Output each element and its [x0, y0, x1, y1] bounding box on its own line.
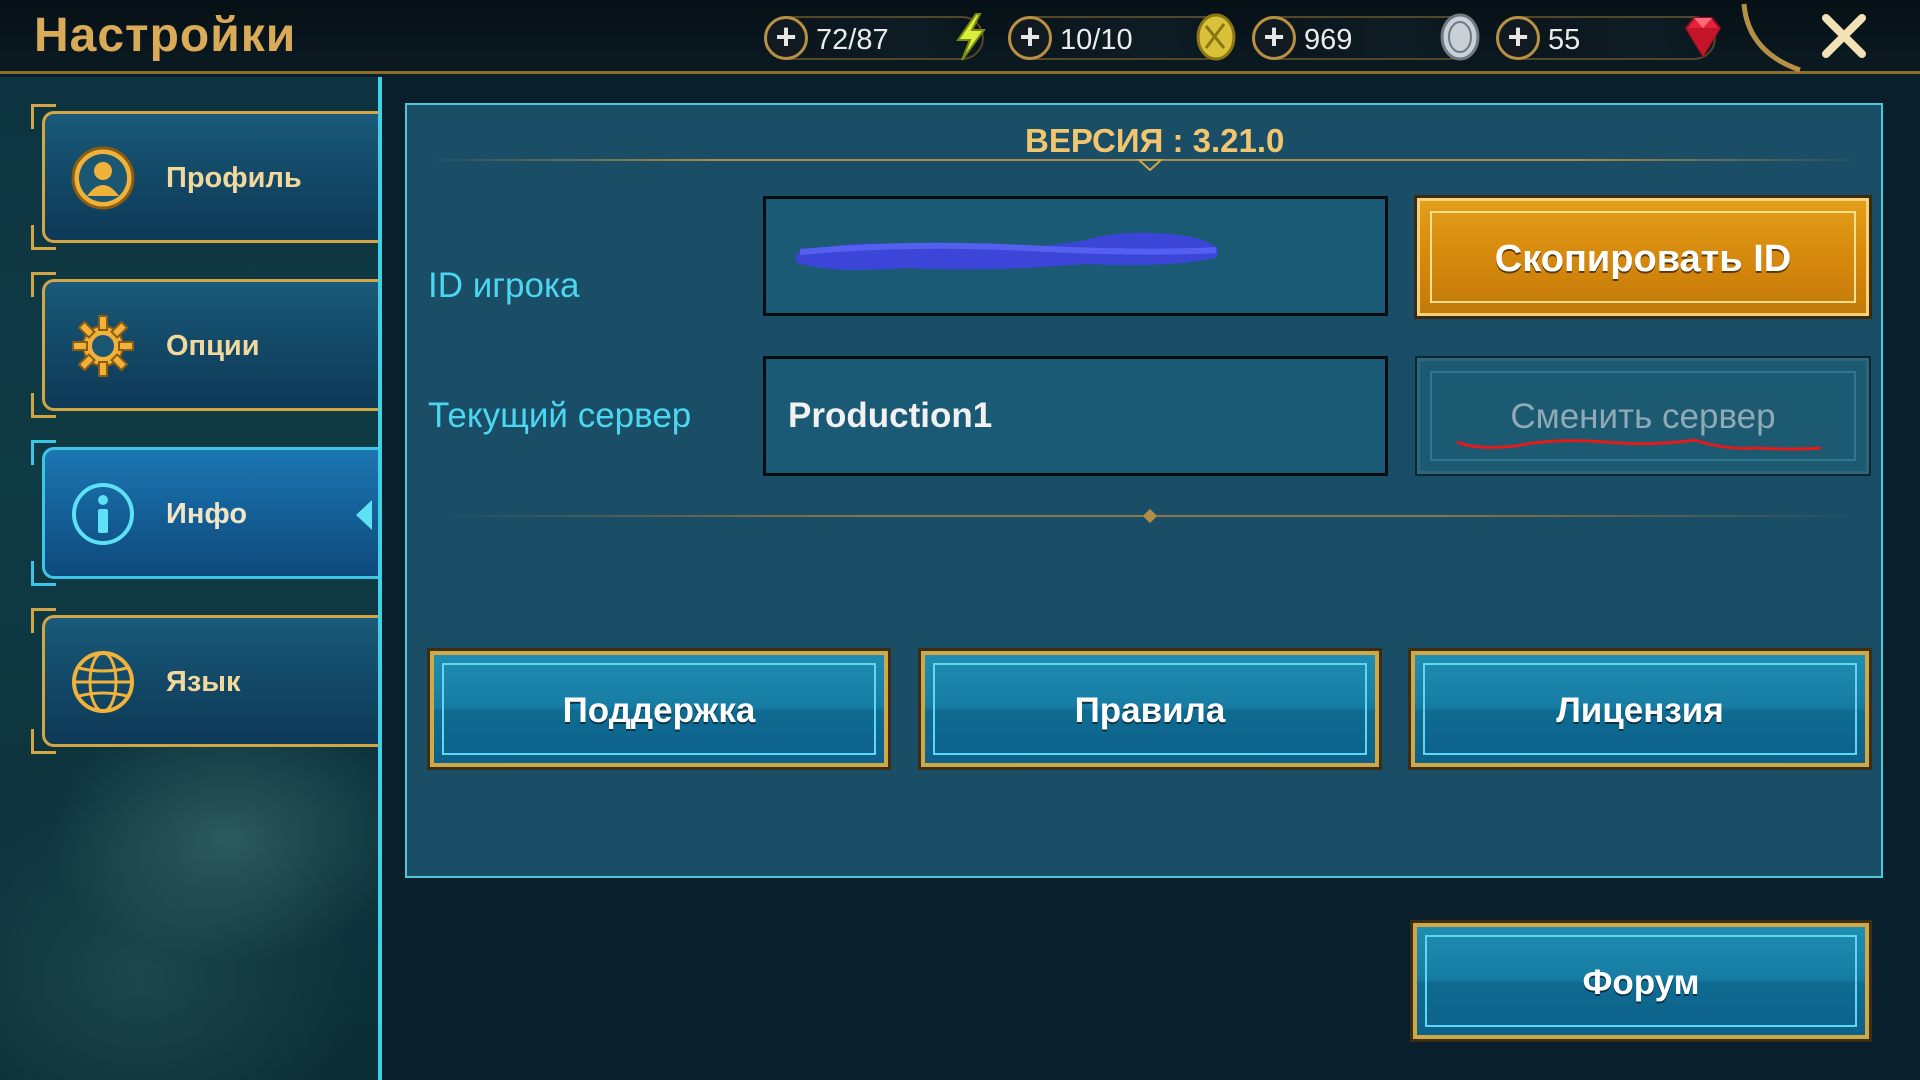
add-silver-button[interactable]: + — [1252, 16, 1296, 60]
top-bar: Настройки + 72/87 + 10/10 + 969 + 55 — [0, 0, 1920, 74]
energy-value: 72/87 — [816, 24, 889, 56]
change-server-button[interactable]: Сменить сервер — [1415, 356, 1871, 476]
license-button[interactable]: Лицензия — [1408, 648, 1872, 770]
sidebar-item-label: Профиль — [166, 162, 302, 194]
close-icon[interactable] — [1818, 10, 1870, 62]
currency-arena-token: + 10/10 — [1008, 12, 1240, 62]
silver-coin-icon — [1440, 13, 1480, 61]
copy-id-label: Скопировать ID — [1494, 238, 1792, 280]
server-label: Текущий сервер — [428, 396, 692, 435]
currency-silver: + 969 — [1252, 12, 1484, 62]
ruby-value: 55 — [1548, 24, 1581, 56]
player-id-label: ID игрока — [428, 266, 580, 305]
version-label: ВЕРСИЯ : 3.21.0 — [1025, 122, 1285, 159]
profile-icon — [71, 146, 135, 210]
arena-token-value: 10/10 — [1060, 24, 1133, 56]
ruby-gem-icon — [1684, 17, 1722, 58]
currency-energy: + 72/87 — [764, 12, 996, 62]
change-server-label: Сменить сервер — [1510, 397, 1776, 436]
sidebar-divider — [378, 77, 382, 1080]
sidebar-item-language[interactable]: Язык — [31, 608, 378, 754]
rules-label: Правила — [1074, 691, 1226, 730]
redaction-scribble — [796, 232, 1218, 270]
rules-button[interactable]: Правила — [918, 648, 1382, 770]
server-value: Production1 — [788, 396, 993, 435]
silver-value: 969 — [1304, 24, 1353, 56]
page-title: Настройки — [34, 9, 297, 62]
active-indicator-icon — [356, 500, 372, 530]
copy-id-button[interactable]: Скопировать ID — [1414, 195, 1872, 319]
energy-lightning-icon — [956, 13, 986, 61]
corner-ornament — [1741, 3, 1801, 72]
sidebar-item-options[interactable]: Опции — [31, 272, 378, 418]
sidebar-item-label: Язык — [166, 666, 241, 698]
red-underline-annotation — [1456, 438, 1822, 451]
globe-icon — [72, 651, 134, 713]
license-label: Лицензия — [1556, 691, 1724, 730]
info-icon — [72, 483, 134, 545]
forum-button[interactable]: Форум — [1410, 920, 1872, 1042]
sidebar-item-label: Инфо — [166, 498, 248, 530]
forum-label: Форум — [1582, 963, 1700, 1002]
add-ruby-button[interactable]: + — [1496, 16, 1540, 60]
sidebar-item-label: Опции — [166, 330, 260, 362]
sidebar-item-info[interactable]: Инфо — [31, 440, 378, 586]
add-arena-token-button[interactable]: + — [1008, 16, 1052, 60]
support-label: Поддержка — [562, 691, 756, 730]
arena-token-icon — [1196, 13, 1236, 61]
add-energy-button[interactable]: + — [764, 16, 808, 60]
currency-ruby: + 55 — [1496, 12, 1728, 62]
gear-icon — [72, 315, 134, 377]
sidebar-item-profile[interactable]: Профиль — [31, 104, 378, 250]
version-notch-ornament — [1137, 159, 1163, 172]
support-button[interactable]: Поддержка — [427, 648, 891, 770]
